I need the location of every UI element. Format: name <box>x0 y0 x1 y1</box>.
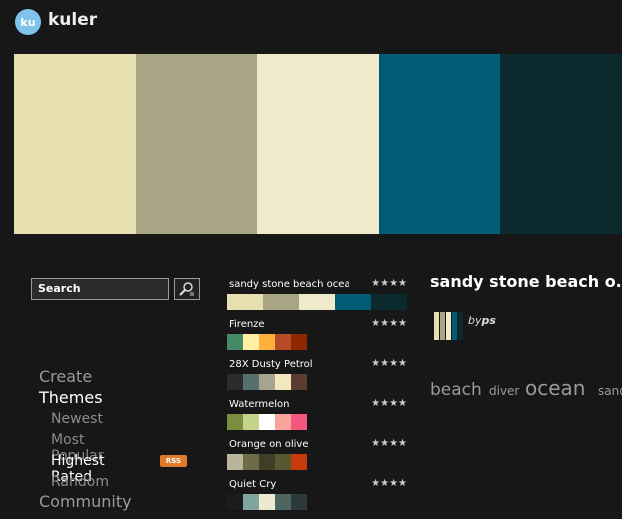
search-button[interactable] <box>174 278 200 300</box>
mini-color-swatch <box>446 312 451 340</box>
banner-swatch <box>500 54 622 234</box>
color-swatch <box>299 294 335 310</box>
theme-list-item[interactable]: Watermelon ★★★★ <box>227 398 409 439</box>
kuler-logo-icon[interactable]: ku <box>15 9 41 35</box>
color-swatch <box>243 454 259 470</box>
theme-swatches[interactable] <box>227 374 307 390</box>
app-name[interactable]: kuler <box>48 10 97 30</box>
color-swatch <box>291 494 307 510</box>
theme-swatches[interactable] <box>227 454 307 470</box>
color-swatch <box>259 414 275 430</box>
color-swatch <box>227 454 243 470</box>
theme-mini-swatches[interactable] <box>434 312 464 340</box>
banner-swatch <box>14 54 136 234</box>
theme-list-item[interactable]: Firenze ★★★★ <box>227 318 409 359</box>
color-swatch <box>227 414 243 430</box>
banner-swatch <box>378 54 501 234</box>
theme-name[interactable]: Orange on olive <box>229 439 349 450</box>
tag-link[interactable]: ocean <box>525 376 585 400</box>
tag-link[interactable]: diver <box>489 384 519 398</box>
banner-swatch <box>135 54 258 234</box>
theme-list-item[interactable]: 28X Dusty Petrol ★★★★ <box>227 358 409 399</box>
color-swatch <box>243 334 259 350</box>
nav-community[interactable]: Community <box>39 492 132 511</box>
tag-link[interactable]: sand <box>598 384 622 398</box>
search-input[interactable]: Search <box>31 278 169 300</box>
author-link[interactable]: ps <box>482 314 496 327</box>
color-swatch <box>243 414 259 430</box>
color-swatch <box>243 494 259 510</box>
color-swatch <box>275 494 291 510</box>
color-swatch <box>291 374 307 390</box>
theme-name[interactable]: sandy stone beach ocea... <box>229 279 349 290</box>
theme-author: byps <box>468 314 496 327</box>
theme-swatches[interactable] <box>227 334 307 350</box>
color-swatch <box>291 334 307 350</box>
theme-preview-banner[interactable] <box>14 54 622 234</box>
color-swatch <box>275 334 291 350</box>
color-swatch <box>259 334 275 350</box>
color-swatch <box>227 294 263 310</box>
theme-swatches[interactable] <box>227 494 307 510</box>
color-swatch <box>335 294 371 310</box>
theme-swatches[interactable] <box>227 414 307 430</box>
color-swatch <box>227 494 243 510</box>
theme-name[interactable]: Watermelon <box>229 399 349 410</box>
theme-list-item[interactable]: Orange on olive ★★★★ <box>227 438 409 479</box>
color-swatch <box>291 454 307 470</box>
theme-title: sandy stone beach o... <box>430 272 622 291</box>
nav-create[interactable]: Create <box>39 367 92 386</box>
theme-name[interactable]: Quiet Cry <box>229 479 349 490</box>
mini-color-swatch <box>458 312 463 340</box>
search-icon <box>179 282 194 296</box>
mini-color-swatch <box>440 312 445 340</box>
nav-random[interactable]: Random <box>51 474 109 490</box>
header: ku kuler <box>0 0 622 46</box>
nav-themes[interactable]: Themes <box>39 388 103 407</box>
color-swatch <box>227 334 243 350</box>
theme-list-item[interactable]: Quiet Cry ★★★★ <box>227 478 409 519</box>
color-swatch <box>259 454 275 470</box>
color-swatch <box>371 294 407 310</box>
banner-swatch <box>257 54 379 234</box>
theme-name[interactable]: 28X Dusty Petrol <box>229 359 349 370</box>
mini-color-swatch <box>452 312 457 340</box>
color-swatch <box>275 454 291 470</box>
color-swatch <box>275 374 291 390</box>
color-swatch <box>259 494 275 510</box>
theme-list-item[interactable]: sandy stone beach ocea... ★★★★ <box>227 278 409 319</box>
rating-stars-icon[interactable]: ★★★★ <box>371 398 407 409</box>
rating-stars-icon[interactable]: ★★★★ <box>371 318 407 329</box>
rating-stars-icon[interactable]: ★★★★ <box>371 478 407 489</box>
color-swatch <box>263 294 299 310</box>
by-label: by <box>468 314 482 327</box>
color-swatch <box>275 414 291 430</box>
rss-icon[interactable]: RSS <box>160 455 187 467</box>
tag-link[interactable]: beach <box>430 380 482 400</box>
theme-name[interactable]: Firenze <box>229 319 349 330</box>
rating-stars-icon[interactable]: ★★★★ <box>371 278 407 289</box>
color-swatch <box>291 414 307 430</box>
color-swatch <box>227 374 243 390</box>
nav-newest[interactable]: Newest <box>51 411 103 427</box>
rating-stars-icon[interactable]: ★★★★ <box>371 358 407 369</box>
color-swatch <box>259 374 275 390</box>
color-swatch <box>243 374 259 390</box>
theme-swatches[interactable] <box>227 294 407 310</box>
mini-color-swatch <box>434 312 439 340</box>
rating-stars-icon[interactable]: ★★★★ <box>371 438 407 449</box>
